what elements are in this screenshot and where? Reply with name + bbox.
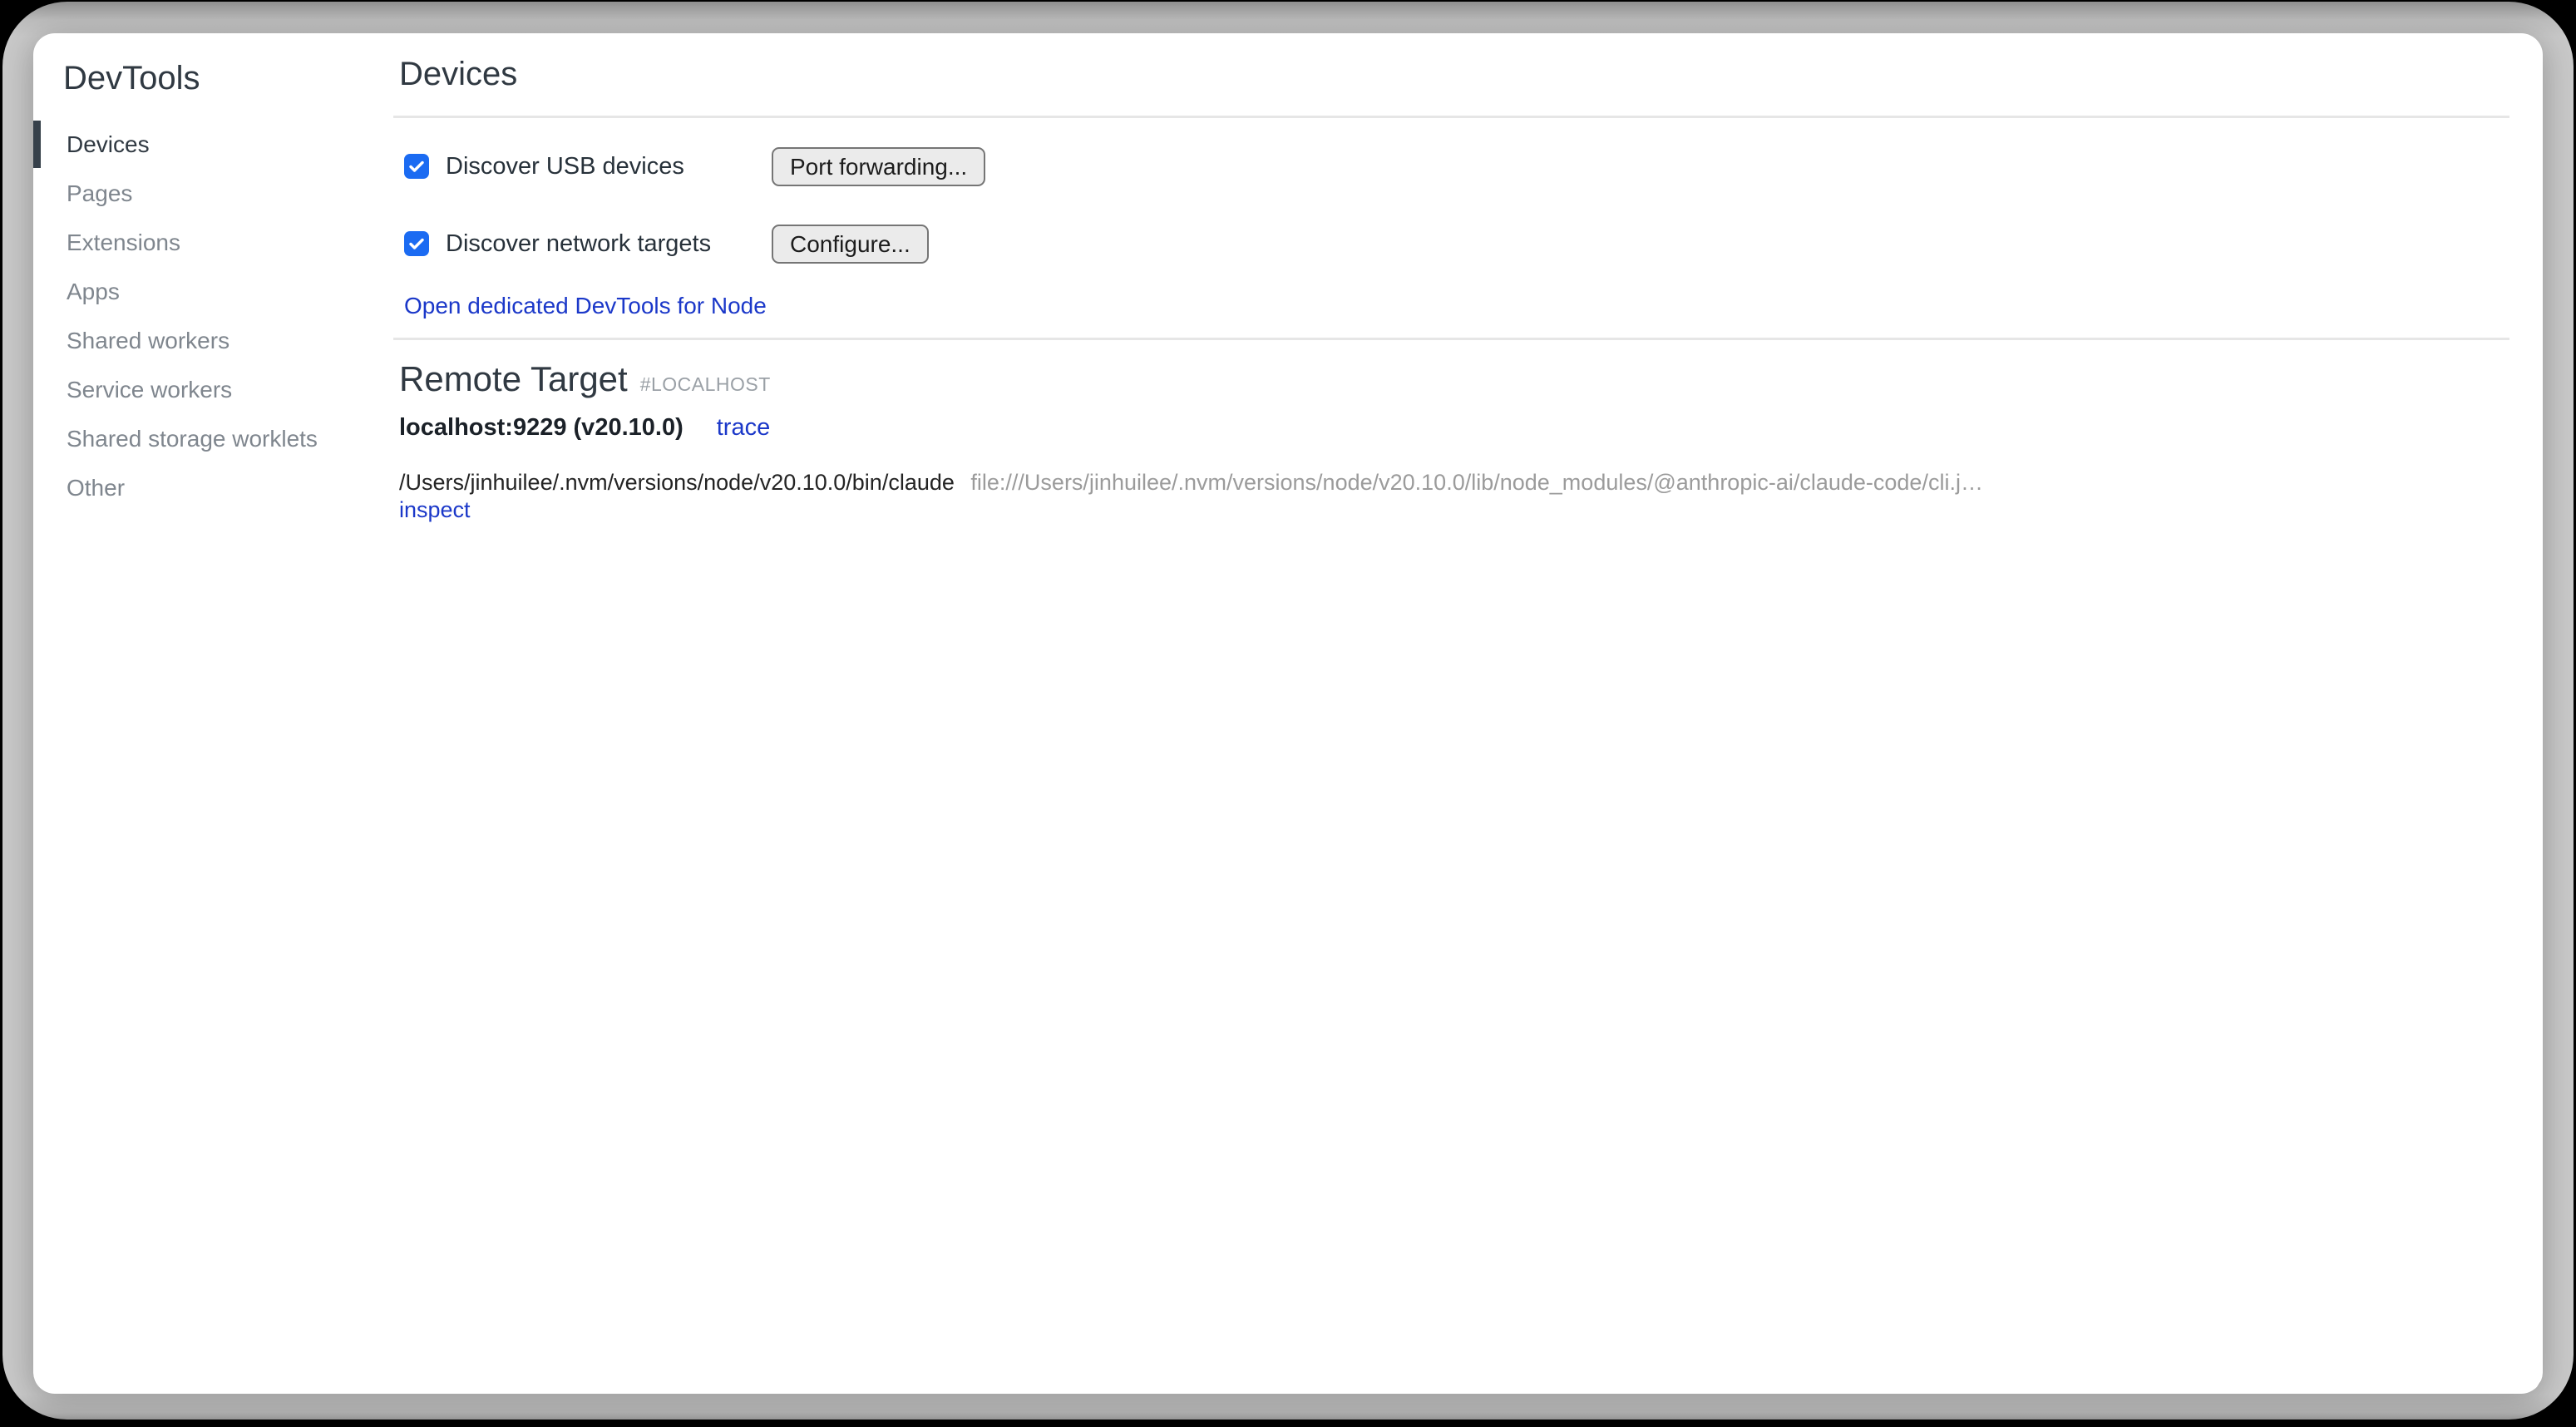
sidebar-nav: Devices Pages Extensions Apps Shared wor… <box>33 120 366 512</box>
target-name: localhost:9229 (v20.10.0) <box>399 414 683 442</box>
sidebar-item-shared-workers[interactable]: Shared workers <box>33 316 366 365</box>
sidebar-item-extensions[interactable]: Extensions <box>33 218 366 267</box>
configure-button[interactable]: Configure... <box>772 225 929 264</box>
sidebar-item-label: Shared storage worklets <box>67 426 318 452</box>
discover-network-row: Discover network targets <box>399 224 711 264</box>
sidebar-item-other[interactable]: Other <box>33 463 366 512</box>
process-path: /Users/jinhuilee/.nvm/versions/node/v20.… <box>399 470 955 495</box>
remote-target-title: Remote Target <box>399 358 628 401</box>
open-node-devtools-link[interactable]: Open dedicated DevTools for Node <box>404 293 767 319</box>
discover-network-label: Discover network targets <box>446 230 711 258</box>
sidebar-item-label: Extensions <box>67 230 180 256</box>
sidebar-item-label: Devices <box>67 131 150 158</box>
remote-target-header: Remote Target #LOCALHOST <box>399 358 771 401</box>
sidebar-item-label: Apps <box>67 279 120 305</box>
checkmark-icon <box>407 234 427 254</box>
localhost-badge: #LOCALHOST <box>640 373 771 396</box>
module-url: file:///Users/jinhuilee/.nvm/versions/no… <box>970 470 1983 495</box>
port-forwarding-button[interactable]: Port forwarding... <box>772 147 985 186</box>
target-path-line: /Users/jinhuilee/.nvm/versions/node/v20.… <box>399 469 1983 496</box>
sidebar-item-apps[interactable]: Apps <box>33 267 366 316</box>
sidebar-item-pages[interactable]: Pages <box>33 169 366 218</box>
discover-usb-label: Discover USB devices <box>446 153 684 180</box>
sidebar-item-devices[interactable]: Devices <box>33 120 366 169</box>
page-title: Devices <box>399 53 517 95</box>
checkmark-icon <box>407 156 427 176</box>
sidebar-item-label: Shared workers <box>67 328 229 354</box>
sidebar: DevTools Devices Pages Extensions Apps S… <box>33 33 366 1394</box>
sidebar-item-label: Other <box>67 475 125 501</box>
divider <box>393 116 2509 118</box>
sidebar-item-label: Pages <box>67 180 132 207</box>
inspect-link[interactable]: inspect <box>399 497 471 522</box>
selection-indicator <box>33 121 41 168</box>
target-row: localhost:9229 (v20.10.0) trace <box>399 414 770 442</box>
target-detail: /Users/jinhuilee/.nvm/versions/node/v20.… <box>399 469 1983 524</box>
sidebar-item-service-workers[interactable]: Service workers <box>33 365 366 414</box>
discover-usb-row: Discover USB devices <box>399 146 684 186</box>
discover-usb-checkbox[interactable] <box>404 154 429 179</box>
sidebar-item-shared-storage-worklets[interactable]: Shared storage worklets <box>33 414 366 463</box>
trace-link[interactable]: trace <box>717 414 770 442</box>
devtools-inspect-window: DevTools Devices Pages Extensions Apps S… <box>33 33 2543 1394</box>
discover-network-checkbox[interactable] <box>404 231 429 256</box>
divider <box>393 338 2509 340</box>
app-title: DevTools <box>63 58 200 98</box>
sidebar-item-label: Service workers <box>67 377 232 403</box>
